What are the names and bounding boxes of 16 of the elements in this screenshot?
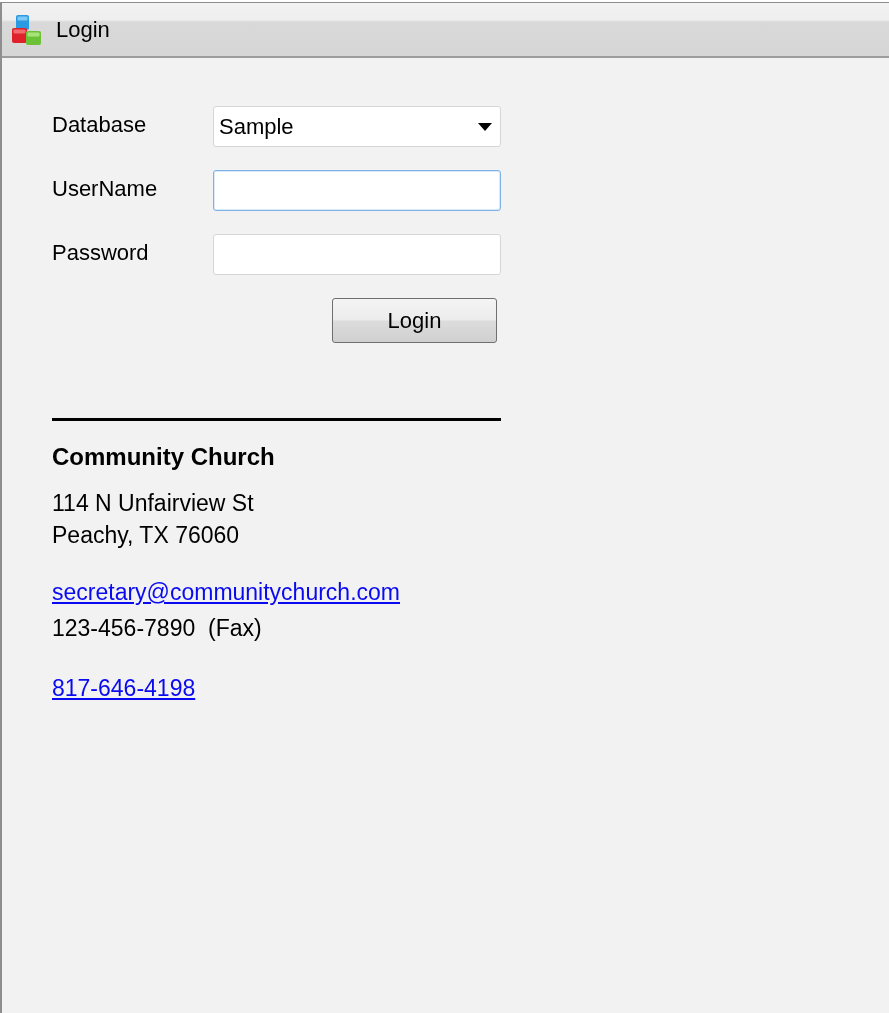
field-label: Password (52, 239, 149, 266)
caret-icon (478, 122, 492, 131)
text-field[interactable] (213, 170, 501, 211)
address-line: 114 N Unfairview St (52, 489, 254, 518)
email-link[interactable]: secretary@communitychurch.com (52, 579, 400, 605)
field-label: Database (52, 111, 147, 138)
field-label: UserName (52, 175, 158, 202)
organization-name: Community Church (52, 443, 275, 471)
address-line: Peachy, TX 76060 (52, 521, 240, 550)
cubes-icon (11, 13, 42, 46)
login-button[interactable]: Login (332, 298, 497, 343)
window-title: Login (56, 16, 110, 43)
fax-number: 123-456-7890 (Fax) (52, 614, 262, 643)
dropdown[interactable]: Sample (213, 106, 501, 147)
password-field[interactable] (213, 234, 501, 275)
phone-link[interactable]: 817-646-4198 (52, 675, 196, 701)
